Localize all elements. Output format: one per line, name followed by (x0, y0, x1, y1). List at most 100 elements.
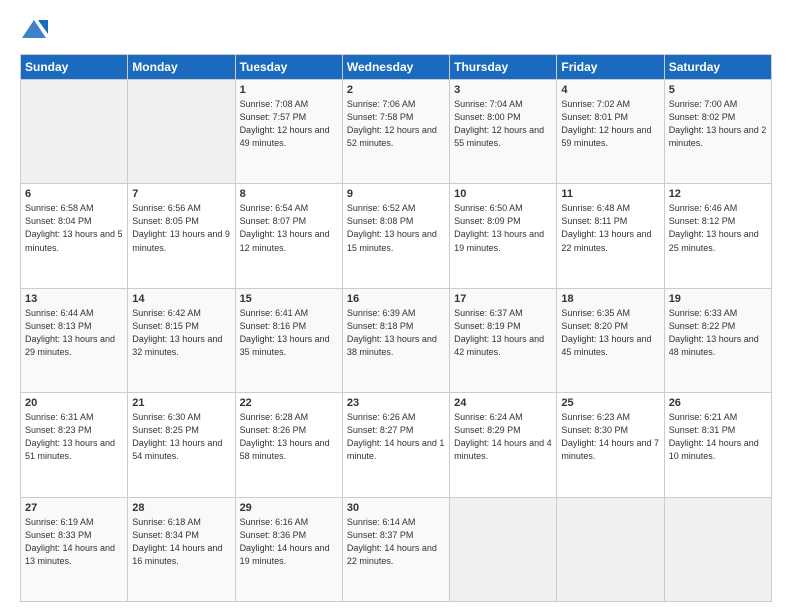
calendar-day-cell (21, 80, 128, 184)
day-info: Sunrise: 6:28 AM Sunset: 8:26 PM Dayligh… (240, 411, 338, 463)
day-number: 17 (454, 293, 552, 305)
day-info: Sunrise: 7:04 AM Sunset: 8:00 PM Dayligh… (454, 98, 552, 150)
calendar-day-cell: 18 Sunrise: 6:35 AM Sunset: 8:20 PM Dayli… (557, 288, 664, 392)
day-info: Sunrise: 6:31 AM Sunset: 8:23 PM Dayligh… (25, 411, 123, 463)
calendar-day-cell: 5 Sunrise: 7:00 AM Sunset: 8:02 PM Daylig… (664, 80, 771, 184)
day-number: 27 (25, 502, 123, 514)
logo (20, 16, 50, 44)
calendar-day-cell: 8 Sunrise: 6:54 AM Sunset: 8:07 PM Daylig… (235, 184, 342, 288)
calendar-day-cell: 15 Sunrise: 6:41 AM Sunset: 8:16 PM Dayli… (235, 288, 342, 392)
calendar-day-cell: 1Sunrise: 7:08 AM Sunset: 7:57 PM Daylig… (235, 80, 342, 184)
day-info: Sunrise: 6:16 AM Sunset: 8:36 PM Dayligh… (240, 516, 338, 568)
day-number: 28 (132, 502, 230, 514)
day-number: 5 (669, 84, 767, 96)
day-info: Sunrise: 6:48 AM Sunset: 8:11 PM Dayligh… (561, 202, 659, 254)
day-info: Sunrise: 6:39 AM Sunset: 8:18 PM Dayligh… (347, 307, 445, 359)
calendar-day-cell: 20 Sunrise: 6:31 AM Sunset: 8:23 PM Dayli… (21, 393, 128, 497)
calendar-day-cell (557, 497, 664, 601)
day-number: 18 (561, 293, 659, 305)
day-info: Sunrise: 6:52 AM Sunset: 8:08 PM Dayligh… (347, 202, 445, 254)
calendar-day-cell: 29 Sunrise: 6:16 AM Sunset: 8:36 PM Dayli… (235, 497, 342, 601)
day-info: Sunrise: 6:33 AM Sunset: 8:22 PM Dayligh… (669, 307, 767, 359)
day-info: Sunrise: 7:02 AM Sunset: 8:01 PM Dayligh… (561, 98, 659, 150)
day-number: 2 (347, 84, 445, 96)
calendar-week-row: 13 Sunrise: 6:44 AM Sunset: 8:13 PM Dayli… (21, 288, 772, 392)
calendar-table: SundayMondayTuesdayWednesdayThursdayFrid… (20, 54, 772, 602)
day-number: 15 (240, 293, 338, 305)
day-number: 4 (561, 84, 659, 96)
page-header (20, 16, 772, 44)
calendar-day-cell: 30Sunrise: 6:14 AM Sunset: 8:37 PM Dayli… (342, 497, 449, 601)
calendar-day-cell: 16 Sunrise: 6:39 AM Sunset: 8:18 PM Dayli… (342, 288, 449, 392)
logo-icon (20, 16, 48, 44)
day-number: 22 (240, 397, 338, 409)
day-number: 29 (240, 502, 338, 514)
day-number: 19 (669, 293, 767, 305)
day-info: Sunrise: 6:26 AM Sunset: 8:27 PM Dayligh… (347, 411, 445, 463)
calendar-day-cell: 13 Sunrise: 6:44 AM Sunset: 8:13 PM Dayli… (21, 288, 128, 392)
day-number: 8 (240, 188, 338, 200)
day-header-sunday: Sunday (21, 55, 128, 80)
calendar-day-cell: 17Sunrise: 6:37 AM Sunset: 8:19 PM Dayli… (450, 288, 557, 392)
day-number: 1 (240, 84, 338, 96)
day-info: Sunrise: 6:46 AM Sunset: 8:12 PM Dayligh… (669, 202, 767, 254)
day-number: 6 (25, 188, 123, 200)
day-info: Sunrise: 6:41 AM Sunset: 8:16 PM Dayligh… (240, 307, 338, 359)
calendar-week-row: 1Sunrise: 7:08 AM Sunset: 7:57 PM Daylig… (21, 80, 772, 184)
calendar-day-cell: 23 Sunrise: 6:26 AM Sunset: 8:27 PM Dayli… (342, 393, 449, 497)
day-info: Sunrise: 6:42 AM Sunset: 8:15 PM Dayligh… (132, 307, 230, 359)
calendar-day-cell: 27Sunrise: 6:19 AM Sunset: 8:33 PM Dayli… (21, 497, 128, 601)
day-info: Sunrise: 6:44 AM Sunset: 8:13 PM Dayligh… (25, 307, 123, 359)
day-number: 26 (669, 397, 767, 409)
day-number: 9 (347, 188, 445, 200)
day-number: 25 (561, 397, 659, 409)
day-header-monday: Monday (128, 55, 235, 80)
calendar-day-cell: 10 Sunrise: 6:50 AM Sunset: 8:09 PM Dayli… (450, 184, 557, 288)
day-number: 7 (132, 188, 230, 200)
day-header-thursday: Thursday (450, 55, 557, 80)
calendar-header-row: SundayMondayTuesdayWednesdayThursdayFrid… (21, 55, 772, 80)
day-info: Sunrise: 7:00 AM Sunset: 8:02 PM Dayligh… (669, 98, 767, 150)
day-info: Sunrise: 6:14 AM Sunset: 8:37 PM Dayligh… (347, 516, 445, 568)
day-header-friday: Friday (557, 55, 664, 80)
calendar-day-cell: 25 Sunrise: 6:23 AM Sunset: 8:30 PM Dayli… (557, 393, 664, 497)
calendar-day-cell: 14Sunrise: 6:42 AM Sunset: 8:15 PM Dayli… (128, 288, 235, 392)
day-info: Sunrise: 6:56 AM Sunset: 8:05 PM Dayligh… (132, 202, 230, 254)
day-number: 16 (347, 293, 445, 305)
day-info: Sunrise: 6:23 AM Sunset: 8:30 PM Dayligh… (561, 411, 659, 463)
calendar-week-row: 20 Sunrise: 6:31 AM Sunset: 8:23 PM Dayli… (21, 393, 772, 497)
calendar-day-cell: 9 Sunrise: 6:52 AM Sunset: 8:08 PM Daylig… (342, 184, 449, 288)
calendar-day-cell: 22 Sunrise: 6:28 AM Sunset: 8:26 PM Dayli… (235, 393, 342, 497)
day-number: 13 (25, 293, 123, 305)
day-number: 23 (347, 397, 445, 409)
calendar-day-cell: 24 Sunrise: 6:24 AM Sunset: 8:29 PM Dayli… (450, 393, 557, 497)
calendar-day-cell (664, 497, 771, 601)
day-number: 12 (669, 188, 767, 200)
day-info: Sunrise: 6:21 AM Sunset: 8:31 PM Dayligh… (669, 411, 767, 463)
calendar-day-cell: 19 Sunrise: 6:33 AM Sunset: 8:22 PM Dayli… (664, 288, 771, 392)
day-info: Sunrise: 6:54 AM Sunset: 8:07 PM Dayligh… (240, 202, 338, 254)
calendar-day-cell: 2Sunrise: 7:06 AM Sunset: 7:58 PM Daylig… (342, 80, 449, 184)
calendar-day-cell: 26 Sunrise: 6:21 AM Sunset: 8:31 PM Dayli… (664, 393, 771, 497)
calendar-day-cell (128, 80, 235, 184)
day-number: 21 (132, 397, 230, 409)
day-info: Sunrise: 6:50 AM Sunset: 8:09 PM Dayligh… (454, 202, 552, 254)
day-info: Sunrise: 6:18 AM Sunset: 8:34 PM Dayligh… (132, 516, 230, 568)
day-header-wednesday: Wednesday (342, 55, 449, 80)
calendar-day-cell: 11 Sunrise: 6:48 AM Sunset: 8:11 PM Dayli… (557, 184, 664, 288)
day-number: 20 (25, 397, 123, 409)
day-info: Sunrise: 6:24 AM Sunset: 8:29 PM Dayligh… (454, 411, 552, 463)
calendar-day-cell: 6Sunrise: 6:58 AM Sunset: 8:04 PM Daylig… (21, 184, 128, 288)
calendar-day-cell: 28 Sunrise: 6:18 AM Sunset: 8:34 PM Dayli… (128, 497, 235, 601)
calendar-day-cell: 12 Sunrise: 6:46 AM Sunset: 8:12 PM Dayli… (664, 184, 771, 288)
day-info: Sunrise: 6:35 AM Sunset: 8:20 PM Dayligh… (561, 307, 659, 359)
day-number: 11 (561, 188, 659, 200)
calendar-day-cell: 3Sunrise: 7:04 AM Sunset: 8:00 PM Daylig… (450, 80, 557, 184)
calendar-day-cell: 21Sunrise: 6:30 AM Sunset: 8:25 PM Dayli… (128, 393, 235, 497)
calendar-day-cell: 4 Sunrise: 7:02 AM Sunset: 8:01 PM Daylig… (557, 80, 664, 184)
calendar-week-row: 27Sunrise: 6:19 AM Sunset: 8:33 PM Dayli… (21, 497, 772, 601)
day-number: 10 (454, 188, 552, 200)
calendar-day-cell: 7 Sunrise: 6:56 AM Sunset: 8:05 PM Daylig… (128, 184, 235, 288)
day-number: 24 (454, 397, 552, 409)
day-header-saturday: Saturday (664, 55, 771, 80)
